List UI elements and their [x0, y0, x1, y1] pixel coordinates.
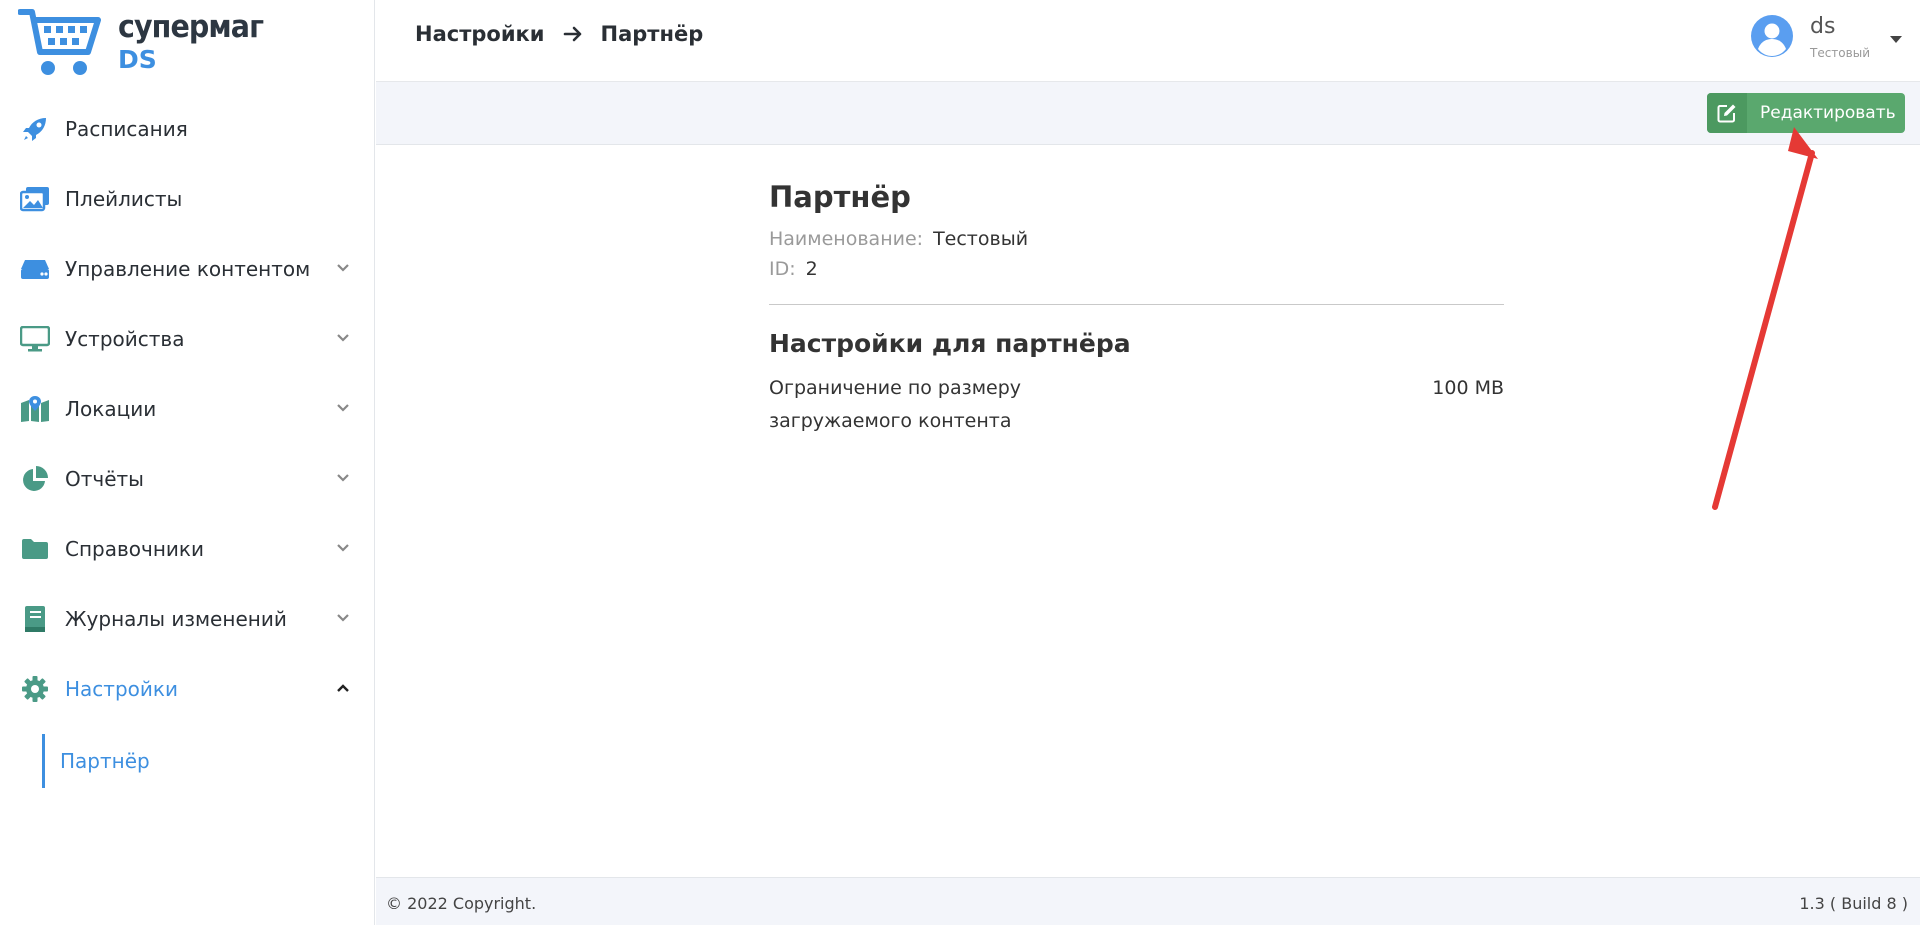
- user-organization: Тестовый: [1810, 46, 1870, 60]
- divider: [769, 304, 1504, 305]
- partner-details: Партнёр Наименование: Тестовый ID: 2 Нас…: [769, 145, 1504, 438]
- sidebar-item-devices[interactable]: Устройства: [0, 304, 375, 374]
- annotation-arrow: [1712, 127, 1818, 510]
- chevron-down-icon: [337, 614, 349, 622]
- setting-row: Ограничение по размеру загружаемого конт…: [769, 372, 1504, 438]
- chevron-down-icon: [337, 474, 349, 482]
- breadcrumb: Настройки Партнёр: [415, 22, 703, 46]
- user-name: ds: [1810, 14, 1836, 39]
- breadcrumb-item-settings[interactable]: Настройки: [415, 22, 545, 46]
- sidebar-item-label: Управление контентом: [65, 257, 311, 281]
- build-version: 1.3 ( Build 8 ): [1799, 894, 1908, 913]
- sidebar-item-locations[interactable]: Локации: [0, 374, 375, 444]
- sidebar-item-schedules[interactable]: Расписания: [0, 94, 375, 164]
- action-toolbar: Редактировать: [376, 82, 1920, 145]
- sidebar-item-label: Отчёты: [65, 467, 144, 491]
- section-title: Настройки для партнёра: [769, 329, 1131, 358]
- avatar: [1751, 15, 1793, 57]
- top-header: Настройки Партнёр ds Тестовый: [376, 0, 1920, 82]
- field-name: Наименование: Тестовый: [769, 228, 1504, 250]
- sidebar-item-label: Справочники: [65, 537, 204, 561]
- sidebar-item-change-logs[interactable]: Журналы изменений: [0, 584, 375, 654]
- sidebar-item-content-management[interactable]: Управление контентом: [0, 234, 375, 304]
- brand-name: супермаг: [118, 9, 264, 45]
- rocket-icon: [20, 114, 50, 144]
- setting-value: 100 MB: [1432, 377, 1504, 399]
- field-value: 2: [805, 258, 818, 280]
- sidebar-item-directories[interactable]: Справочники: [0, 514, 375, 584]
- map-icon: [20, 394, 50, 424]
- pie-chart-icon: [20, 464, 50, 494]
- sidebar-nav: Расписания Плейлисты Управление контенто…: [0, 94, 375, 788]
- edit-button-label: Редактировать: [1760, 103, 1896, 123]
- chevron-down-icon: [337, 334, 349, 342]
- sidebar-subitem-label: Партнёр: [60, 749, 150, 773]
- chevron-up-icon: [337, 684, 349, 692]
- sidebar-item-playlists[interactable]: Плейлисты: [0, 164, 375, 234]
- sidebar-item-label: Устройства: [65, 327, 185, 351]
- field-value: Тестовый: [933, 228, 1029, 250]
- breadcrumb-item-partner: Партнёр: [600, 22, 704, 46]
- caret-down-icon: [1890, 36, 1902, 43]
- sidebar-item-label: Плейлисты: [65, 187, 183, 211]
- sidebar: супермаг DS Расписания Плейлисты Управле…: [0, 0, 375, 925]
- chevron-down-icon: [337, 404, 349, 412]
- user-menu[interactable]: ds Тестовый: [1750, 10, 1920, 70]
- chevron-down-icon: [337, 544, 349, 552]
- sidebar-item-label: Расписания: [65, 117, 188, 141]
- brand-logo[interactable]: супермаг DS: [18, 6, 278, 82]
- arrow-right-icon: [563, 26, 581, 42]
- brand-sub: DS: [118, 45, 157, 74]
- folder-icon: [20, 534, 50, 564]
- sidebar-item-reports[interactable]: Отчёты: [0, 444, 375, 514]
- sidebar-item-label: Настройки: [65, 677, 178, 701]
- monitor-icon: [20, 324, 50, 354]
- sidebar-item-label: Локации: [65, 397, 157, 421]
- chevron-down-icon: [337, 264, 349, 272]
- shopping-cart-icon: [18, 9, 101, 75]
- sidebar-item-settings[interactable]: Настройки: [0, 654, 375, 724]
- field-label: Наименование:: [769, 228, 924, 250]
- setting-label: Ограничение по размеру загружаемого конт…: [769, 377, 1022, 432]
- book-icon: [20, 604, 50, 634]
- field-id: ID: 2: [769, 258, 1504, 280]
- gear-icon: [20, 674, 50, 704]
- hdd-icon: [20, 254, 50, 284]
- copyright-text: © 2022 Copyright.: [386, 894, 537, 913]
- page-title: Партнёр: [769, 180, 911, 214]
- sidebar-item-label: Журналы изменений: [65, 607, 287, 631]
- sidebar-subitem-partner[interactable]: Партнёр: [42, 734, 375, 788]
- field-label: ID:: [769, 258, 796, 280]
- footer: © 2022 Copyright. 1.3 ( Build 8 ): [376, 877, 1920, 925]
- images-icon: [20, 184, 50, 214]
